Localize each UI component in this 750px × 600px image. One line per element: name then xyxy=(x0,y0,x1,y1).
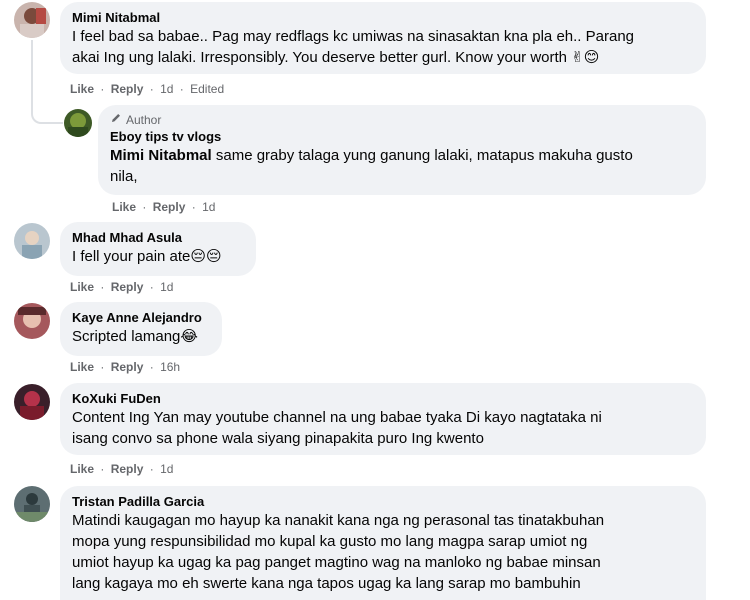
timestamp[interactable]: 1d xyxy=(202,200,215,214)
comment-actions: Like · Reply · 1d xyxy=(112,200,216,214)
reply-button[interactable]: Reply xyxy=(111,360,144,374)
comment-bubble: Kaye Anne Alejandro Scripted lamang😂 xyxy=(60,302,222,356)
comment-bubble: KoXuki FuDen Content Ing Yan may youtube… xyxy=(60,383,706,455)
author-label: Author xyxy=(126,112,162,127)
avatar[interactable] xyxy=(64,109,92,137)
reply-button[interactable]: Reply xyxy=(153,200,186,214)
comment-text: umiot hayup ka ugag ka pag panget magtin… xyxy=(72,554,601,571)
mention-link[interactable]: Mimi Nitabmal xyxy=(110,147,212,164)
timestamp[interactable]: 1d xyxy=(160,82,173,96)
reply-button[interactable]: Reply xyxy=(111,82,144,96)
like-button[interactable]: Like xyxy=(112,200,136,214)
comment-text-segment: same graby talaga yung ganung lalaki, ma… xyxy=(211,147,633,164)
comment-text: akai Ing ung lalaki. Irresponsibly. You … xyxy=(72,49,600,66)
commenter-name[interactable]: KoXuki FuDen xyxy=(72,390,694,407)
commenter-name[interactable]: Mhad Mhad Asula xyxy=(72,229,244,246)
pencil-icon xyxy=(110,112,122,128)
comment-text: Content Ing Yan may youtube channel na u… xyxy=(72,409,602,426)
reply-button[interactable]: Reply xyxy=(111,280,144,294)
commenter-name[interactable]: Kaye Anne Alejandro xyxy=(72,309,210,326)
commenter-name[interactable]: Mimi Nitabmal xyxy=(72,9,694,26)
avatar[interactable] xyxy=(14,2,50,38)
like-button[interactable]: Like xyxy=(70,280,94,294)
comment-actions: Like · Reply · 1d xyxy=(70,462,174,476)
author-badge: Author xyxy=(110,112,694,128)
comment-actions: Like · Reply · 16h xyxy=(70,360,181,374)
comment-text: I feel bad sa babae.. Pag may redflags k… xyxy=(72,28,635,45)
comment-text: Mimi Nitabmal same graby talaga yung gan… xyxy=(110,145,694,166)
comment-text: isang convo sa phone wala siyang pinapak… xyxy=(72,430,484,447)
comment-text: I fell your pain ate😔😔 xyxy=(72,248,222,265)
timestamp[interactable]: 16h xyxy=(160,360,180,374)
commenter-name[interactable]: Tristan Padilla Garcia xyxy=(72,493,694,510)
comment-text: Scripted lamang😂 xyxy=(72,328,198,345)
like-button[interactable]: Like xyxy=(70,360,94,374)
comment-bubble: Tristan Padilla Garcia Matindi kaugagan … xyxy=(60,486,706,600)
comment-text: nila, xyxy=(110,168,138,185)
comment-text: lang kagaya mo eh swerte kana nga tapos … xyxy=(72,575,581,592)
comment-actions: Like · Reply · 1d xyxy=(70,280,174,294)
comment-bubble: Author Eboy tips tv vlogs Mimi Nitabmal … xyxy=(98,105,706,195)
edited-label: Edited xyxy=(190,82,225,96)
commenter-name[interactable]: Eboy tips tv vlogs xyxy=(110,128,694,145)
like-button[interactable]: Like xyxy=(70,82,94,96)
timestamp[interactable]: 1d xyxy=(160,280,173,294)
like-button[interactable]: Like xyxy=(70,462,94,476)
avatar[interactable] xyxy=(14,223,50,259)
thread-connector xyxy=(31,40,63,124)
reply-button[interactable]: Reply xyxy=(111,462,144,476)
timestamp[interactable]: 1d xyxy=(160,462,173,476)
avatar[interactable] xyxy=(14,486,50,522)
avatar[interactable] xyxy=(14,384,50,420)
comment-bubble: Mhad Mhad Asula I fell your pain ate😔😔 xyxy=(60,222,256,276)
comment-bubble: Mimi Nitabmal I feel bad sa babae.. Pag … xyxy=(60,2,706,74)
comment-text: mopa yung respunsibilidad mo kupal ka gu… xyxy=(72,533,588,550)
comment-actions: Like · Reply · 1d · Edited xyxy=(70,82,225,96)
comment-text: Matindi kaugagan mo hayup ka nanakit kan… xyxy=(72,512,605,529)
avatar[interactable] xyxy=(14,303,50,339)
